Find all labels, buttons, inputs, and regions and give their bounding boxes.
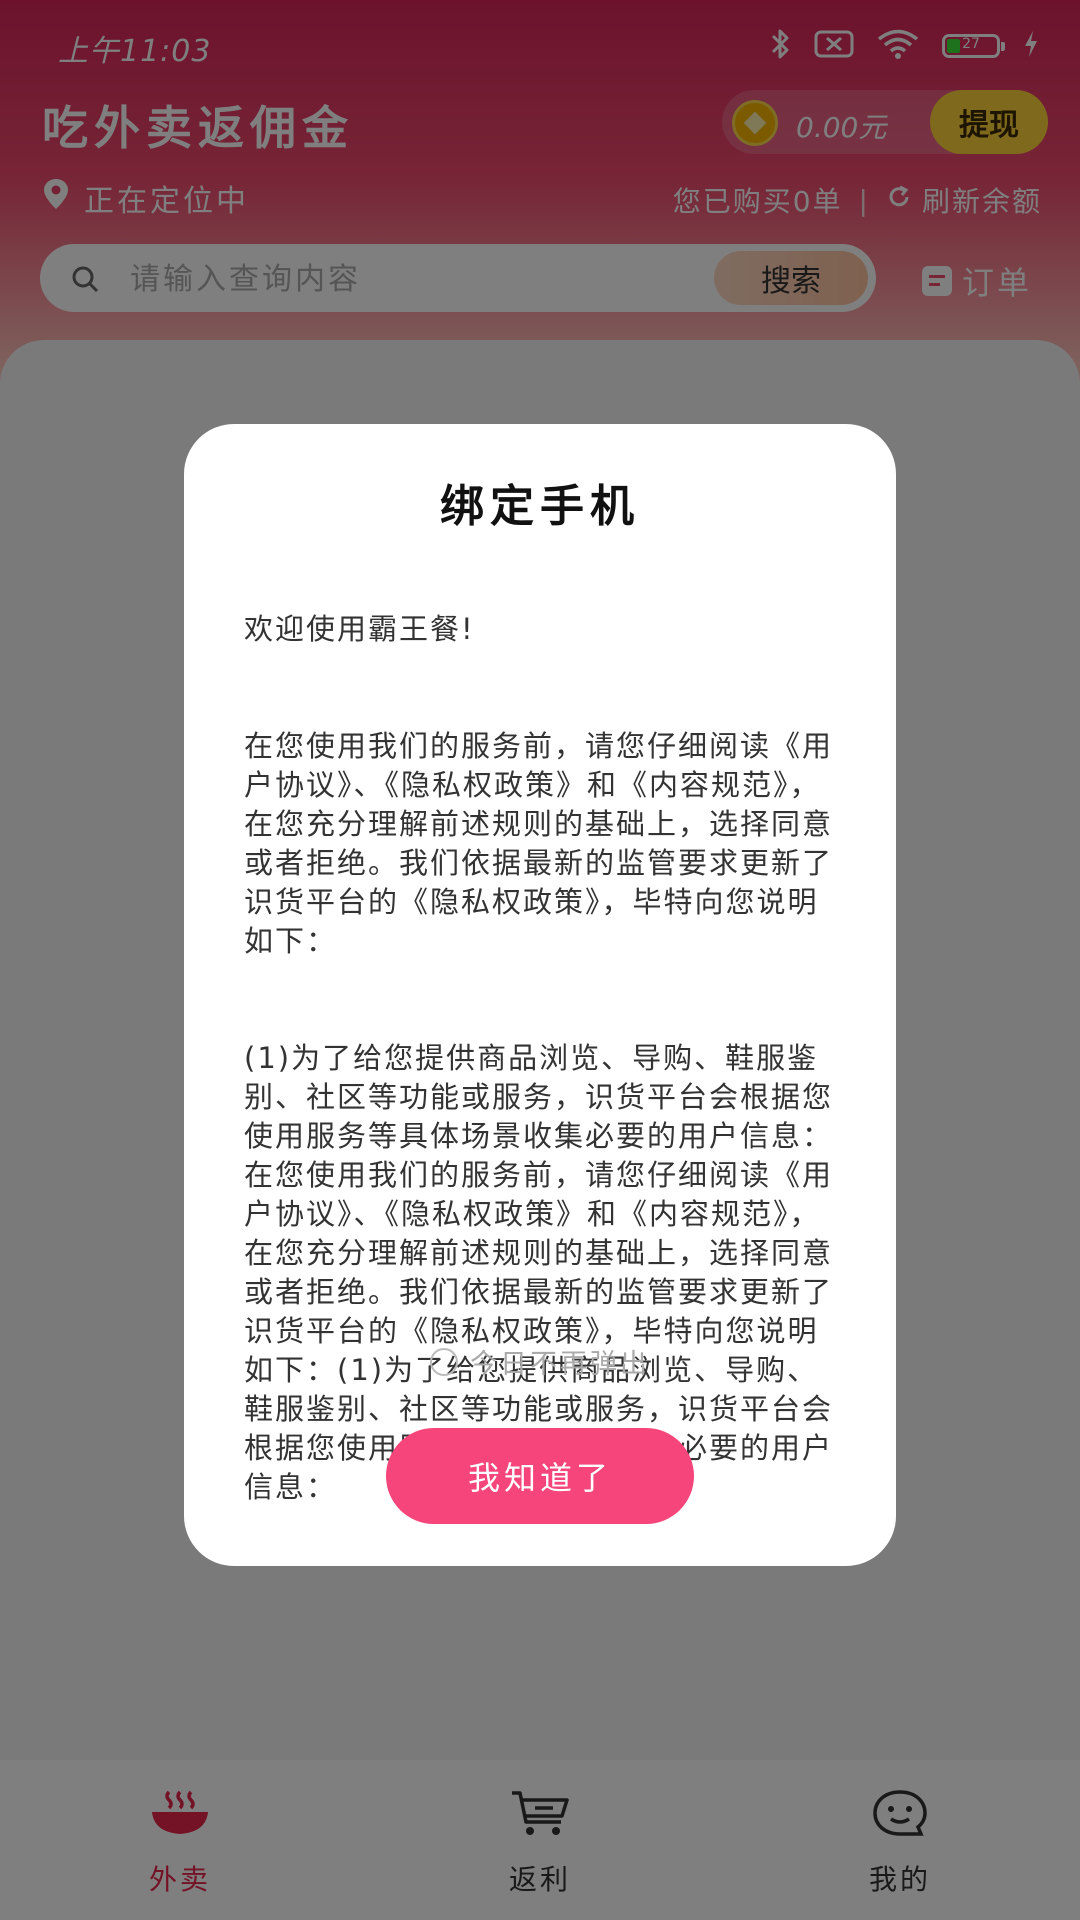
dont-show-label: 今日不再弹出 bbox=[470, 1349, 650, 1380]
dont-show-today-option[interactable]: 今日不再弹出 bbox=[184, 1342, 896, 1381]
app-root: 上午11:03 27 吃外卖返佣金 bbox=[0, 0, 1080, 1920]
dialog-title: 绑定手机 bbox=[440, 481, 640, 532]
dialog-paragraph: 在您使用我们的服务前，请您仔细阅读《用户协议》、《隐私权政策》和《内容规范》，在… bbox=[244, 729, 834, 958]
acknowledge-button[interactable]: 我知道了 bbox=[386, 1428, 694, 1524]
modal-overlay[interactable]: 绑定手机 欢迎使用霸王餐! 在您使用我们的服务前，请您仔细阅读《用户协议》、《隐… bbox=[0, 0, 1080, 1920]
bind-phone-dialog: 绑定手机 欢迎使用霸王餐! 在您使用我们的服务前，请您仔细阅读《用户协议》、《隐… bbox=[184, 424, 896, 1566]
dialog-paragraph: 欢迎使用霸王餐! bbox=[244, 612, 475, 646]
dont-show-radio[interactable] bbox=[430, 1347, 458, 1376]
